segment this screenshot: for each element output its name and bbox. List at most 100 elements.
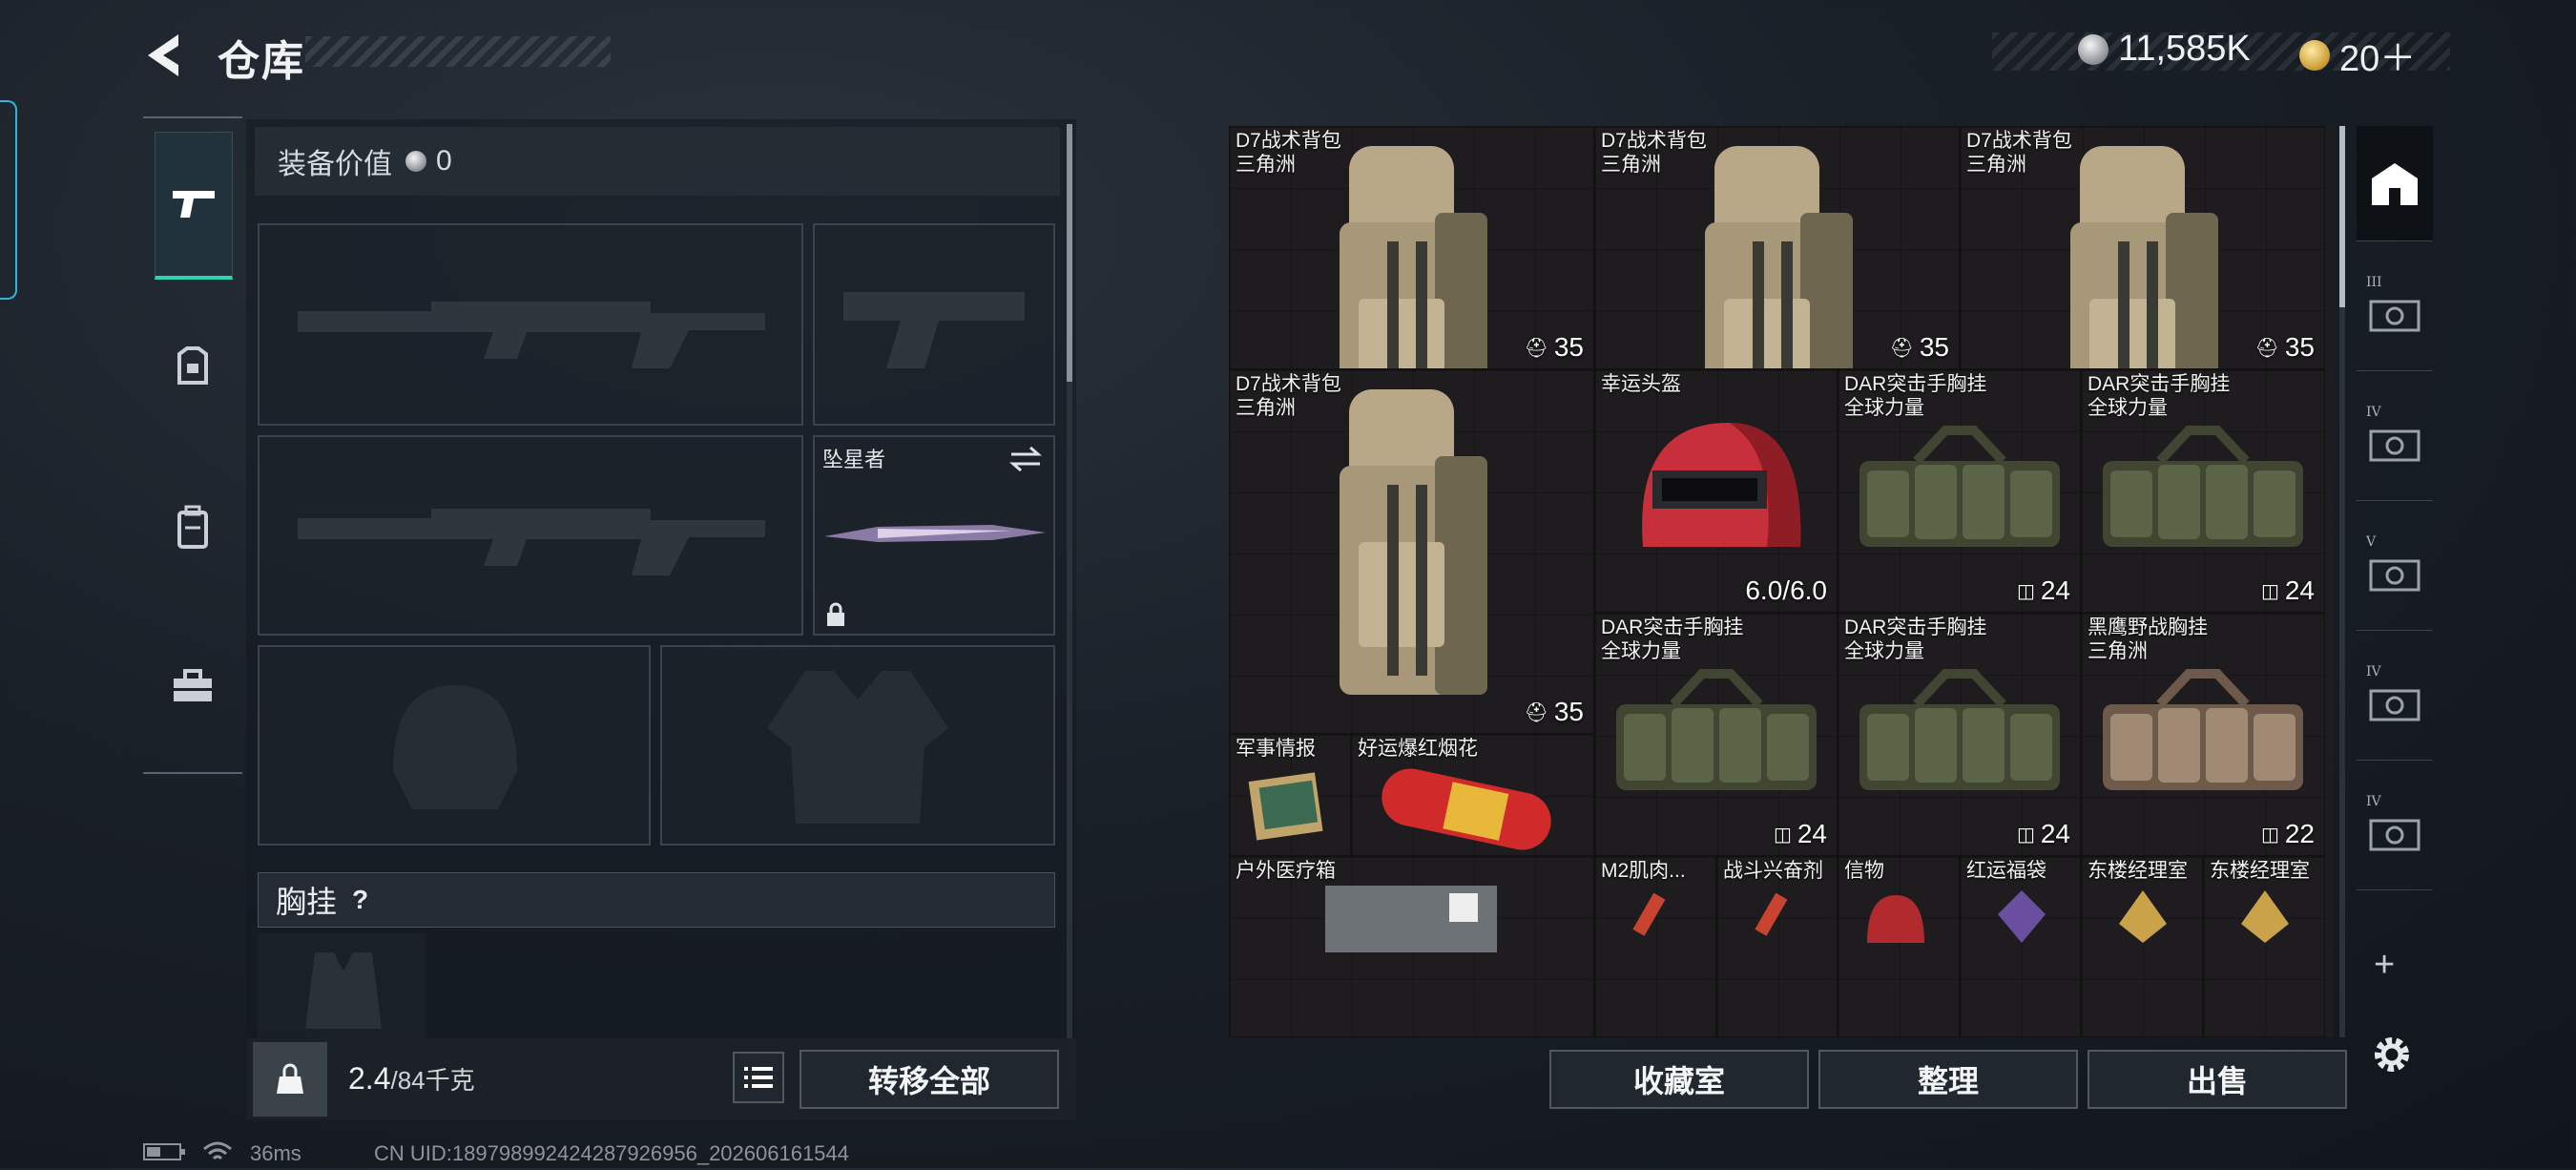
item-stat: ⛑ 35 (2254, 332, 2315, 362)
melee-slot[interactable]: 坠星者 (813, 435, 1055, 636)
side-drawer-handle[interactable] (0, 100, 17, 300)
stash-item[interactable]: D7战术背包 三角洲 ⛑ 35 (1229, 369, 1594, 734)
chest-rig-silhouette-icon (305, 952, 382, 1029)
lock-icon (827, 602, 844, 626)
gold-coin-icon (2299, 39, 2330, 71)
vest-silhouette-icon (767, 671, 948, 824)
helmet-slot[interactable] (258, 645, 651, 846)
stash-category-column: III IV V IV IV (2357, 126, 2433, 1061)
settings-button[interactable] (2368, 1031, 2416, 1083)
chest-rig-section-header: 胸挂 ? (258, 872, 1055, 928)
stash-item[interactable]: DAR突击手胸挂 全球力量 ◫ 24 (1838, 613, 2081, 856)
tab-stash-case[interactable]: III (2357, 256, 2433, 371)
item-name: DAR突击手胸挂 全球力量 (2088, 373, 2231, 419)
stash-item[interactable]: 东楼经理室 (2081, 856, 2203, 1037)
backpack-art (1340, 389, 1487, 695)
medkit-art (1325, 886, 1497, 952)
scroll-thumb[interactable] (1067, 124, 1072, 382)
item-name: 东楼经理室 (2088, 860, 2188, 882)
stash-item[interactable]: M2肌肉... (1594, 856, 1716, 1037)
stash-case-icon (2369, 300, 2420, 332)
tab-backpack[interactable] (155, 456, 231, 599)
stash-item[interactable]: 黑鹰野战胸挂 三角洲 ◫ 22 (2081, 613, 2325, 856)
stash-item[interactable]: 红运福袋 (1960, 856, 2081, 1037)
item-name: D7战术背包 三角洲 (1236, 130, 1341, 176)
knife-icon (824, 525, 1046, 542)
stash-item[interactable]: 战斗兴奋剂 (1716, 856, 1838, 1037)
back-arrow-icon (148, 34, 178, 76)
key-card-art (2241, 890, 2289, 943)
chest-rig-art (1859, 669, 2060, 790)
stash-item[interactable]: DAR突击手胸挂 全球力量 ◫ 24 (2081, 369, 2325, 613)
secondary-weapon-slot[interactable] (813, 223, 1055, 426)
stash-item[interactable]: 幸运头盔 6.0/6.0 (1594, 369, 1838, 613)
item-name: DAR突击手胸挂 全球力量 (1844, 373, 1987, 419)
stash-item[interactable]: 好运爆红烟花 (1351, 734, 1594, 856)
primary-weapon-slot-2[interactable] (258, 435, 803, 636)
silver-currency[interactable]: 11,585K (2078, 29, 2251, 70)
syringe-art (1632, 892, 1666, 936)
stash-item[interactable]: D7战术背包 三角洲 ⛑ 35 (1960, 126, 2325, 369)
melee-name: 坠星者 (822, 448, 886, 471)
loadout-scrollbar[interactable] (1067, 124, 1072, 1088)
chest-rig-slot[interactable] (258, 933, 426, 1038)
chest-rig-label: 胸挂 (276, 885, 338, 919)
home-icon (2372, 163, 2418, 205)
syringe-art (1755, 892, 1788, 936)
weight-capacity: /84千克 (390, 1066, 475, 1095)
item-name: 户外医疗箱 (1236, 860, 1336, 882)
stash-case-icon (2369, 559, 2420, 592)
stash-item[interactable]: 军事情报 (1229, 734, 1351, 856)
help-icon[interactable]: ? (352, 885, 368, 915)
add-stash-button[interactable]: + (2374, 945, 2395, 986)
tab-weapons[interactable] (155, 132, 233, 280)
wifi-icon (202, 1141, 233, 1170)
stash-item[interactable]: 户外医疗箱 (1229, 856, 1594, 1037)
item-name: 好运爆红烟花 (1358, 738, 1478, 760)
stash-item[interactable]: D7战术背包 三角洲 ⛑ 35 (1594, 126, 1960, 369)
item-name: 军事情报 (1236, 738, 1316, 760)
list-view-button[interactable] (733, 1052, 784, 1103)
tab-stash-case[interactable]: IV (2357, 645, 2433, 761)
stash-item[interactable]: 东楼经理室 (2203, 856, 2325, 1037)
scroll-thumb[interactable] (2339, 126, 2345, 307)
backpack-art (1705, 146, 1853, 368)
token-art (1867, 895, 1924, 943)
tab-tools[interactable] (155, 615, 231, 758)
vest-icon: ◫ (1773, 824, 1792, 846)
collection-room-button[interactable]: 收藏室 (1549, 1050, 1809, 1109)
armor-slot[interactable] (660, 645, 1055, 846)
backpack-icon: ⛑ (2254, 337, 2279, 359)
stash-item[interactable]: D7战术背包 三角洲 ⛑ 35 (1229, 126, 1594, 369)
backpack-icon: ⛑ (1524, 337, 1548, 359)
equipment-value-label: 装备价值 (278, 149, 392, 180)
loadout-tab-column (143, 116, 242, 774)
item-stat: ⛑ 35 (1889, 332, 1949, 362)
gold-currency[interactable]: 20＋ (2299, 29, 2416, 81)
sell-button[interactable]: 出售 (2088, 1050, 2347, 1109)
helmet-art (1642, 423, 1801, 547)
item-name: 幸运头盔 (1601, 373, 1681, 395)
back-button[interactable] (138, 27, 196, 84)
tab-stash-case[interactable]: IV (2357, 775, 2433, 890)
tab-armor[interactable] (155, 296, 231, 439)
equipment-value-bar: 装备价值 0 (255, 127, 1060, 196)
swap-icon[interactable] (1008, 445, 1044, 473)
stash-item[interactable]: DAR突击手胸挂 全球力量 ◫ 24 (1594, 613, 1838, 856)
tab-stash-home[interactable] (2357, 126, 2433, 241)
tab-stash-case[interactable]: V (2357, 515, 2433, 631)
stash-item[interactable]: 信物 (1838, 856, 1960, 1037)
stash-item[interactable]: DAR突击手胸挂 全球力量 ◫ 24 (1838, 369, 2081, 613)
lucky-bag-art (1998, 890, 2046, 943)
helmet-silhouette-icon (393, 685, 517, 809)
sort-button[interactable]: 整理 (1818, 1050, 2078, 1109)
backpack-icon (177, 505, 208, 549)
tab-stash-case[interactable]: IV (2357, 386, 2433, 501)
item-stat: ◫ 24 (2260, 575, 2315, 605)
primary-weapon-slot[interactable] (258, 223, 803, 426)
transfer-all-button[interactable]: 转移全部 (800, 1050, 1059, 1109)
stash-scrollbar[interactable] (2339, 126, 2345, 1037)
backpack-icon: ⛑ (1889, 337, 1914, 359)
vest-icon: ◫ (2260, 824, 2279, 846)
vest-icon: ◫ (2260, 580, 2279, 602)
